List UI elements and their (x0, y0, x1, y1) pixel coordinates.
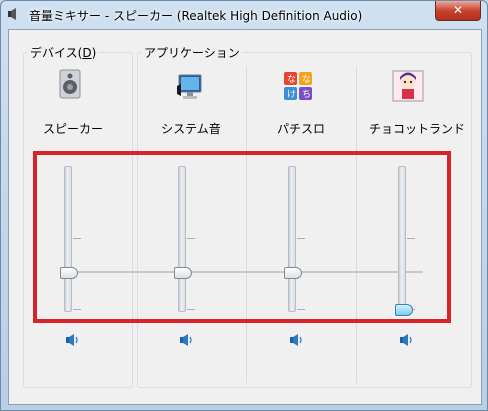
close-button[interactable]: ✕ (435, 1, 481, 21)
svg-text:な: な (287, 74, 296, 85)
app-name-pachislot: パチスロ (276, 122, 325, 136)
device-group-label: デバイス(D) (28, 44, 99, 61)
speaker-app-icon (8, 8, 16, 20)
computer-monitor-icon[interactable] (175, 72, 207, 104)
app-name-chocottoland: チョコットランド (368, 122, 465, 136)
speaker-icon[interactable] (289, 333, 305, 347)
speaker-icon[interactable] (399, 333, 415, 347)
device-name-speaker: スピーカー (42, 122, 103, 136)
pachislot-app-icon[interactable]: な な け ち (282, 70, 314, 102)
app-name-system-sounds: システム音 (161, 122, 221, 136)
speaker-icon[interactable] (65, 333, 81, 347)
title-bar[interactable]: 音量ミキサー - スピーカー (Realtek High Definition … (1, 1, 487, 29)
svg-text:な: な (302, 74, 311, 85)
svg-text:け: け (287, 89, 296, 100)
highlight-annotation-box (33, 151, 451, 323)
speaker-device-icon[interactable] (54, 68, 86, 100)
speaker-icon[interactable] (179, 333, 195, 347)
device-label-text: デバイス( (30, 46, 83, 60)
volume-mixer-window: 音量ミキサー - スピーカー (Realtek High Definition … (0, 0, 488, 411)
window-title: 音量ミキサー - スピーカー (Realtek High Definition … (29, 9, 363, 23)
device-label-suffix: ) (91, 46, 97, 60)
device-label-mnemonic: D (82, 46, 92, 60)
applications-group-label: アプリケーション (142, 44, 242, 61)
chocottoland-app-icon[interactable] (392, 70, 424, 102)
svg-text:ち: ち (302, 89, 311, 100)
